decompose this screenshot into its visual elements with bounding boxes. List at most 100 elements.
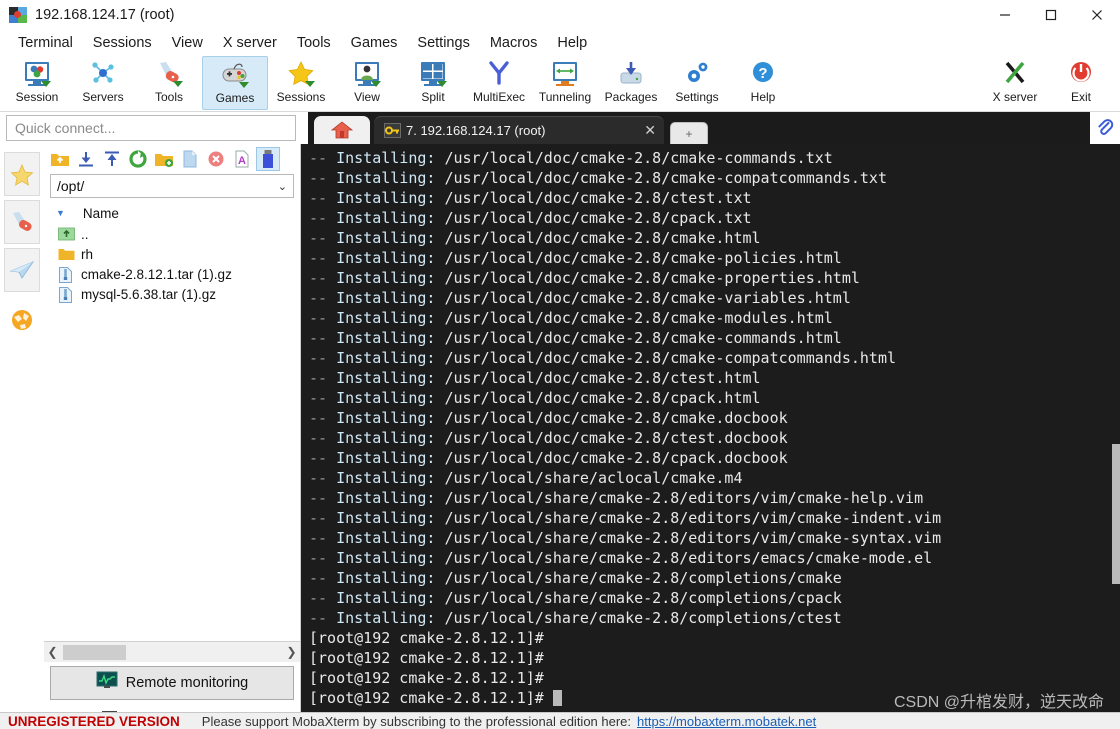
delete-icon[interactable] xyxy=(204,147,228,171)
line-prefix: -- xyxy=(309,209,337,227)
sort-descending-icon[interactable]: ▼ xyxy=(56,208,65,218)
terminal-line: -- Installing: /usr/local/share/cmake-2.… xyxy=(309,548,1120,568)
tab-close-icon[interactable]: ✕ xyxy=(626,122,656,139)
toolbar-button-servers[interactable]: Servers xyxy=(70,56,136,110)
terminal-line: -- Installing: /usr/local/doc/cmake-2.8/… xyxy=(309,168,1120,188)
line-prefix: -- xyxy=(309,449,337,467)
line-path: /usr/local/doc/cmake-2.8/cmake.html xyxy=(444,229,761,247)
refresh-icon[interactable] xyxy=(126,147,150,171)
new-tab-button[interactable]: + xyxy=(670,122,708,144)
minimize-icon[interactable] xyxy=(982,0,1028,30)
toolbar-button-multiexec[interactable]: MultiExec xyxy=(466,56,532,110)
toolbar-button-session[interactable]: Session xyxy=(4,56,70,110)
toolbar-button-tunneling[interactable]: Tunneling xyxy=(532,56,598,110)
shell-prompt: [root@192 cmake-2.8.12.1]# xyxy=(309,629,553,647)
list-item[interactable]: cmake-2.8.12.1.tar (1).gz xyxy=(58,264,300,284)
line-path: /usr/local/doc/cmake-2.8/ctest.html xyxy=(444,369,761,387)
menu-item-macros[interactable]: Macros xyxy=(480,33,548,53)
new-file-icon[interactable] xyxy=(178,147,202,171)
chevron-down-icon[interactable]: ⌄ xyxy=(278,180,287,193)
line-keyword: Installing: xyxy=(336,569,445,587)
menu-item-help[interactable]: Help xyxy=(547,33,597,53)
terminal-line: -- Installing: /usr/local/share/cmake-2.… xyxy=(309,588,1120,608)
terminal-prompt-line: [root@192 cmake-2.8.12.1]# xyxy=(309,648,1120,668)
scrollbar-thumb[interactable] xyxy=(63,644,126,660)
home-tab[interactable] xyxy=(314,116,370,144)
subscription-link[interactable]: https://mobaxterm.mobatek.net xyxy=(637,714,816,729)
sidebar-item-bookmarks[interactable] xyxy=(4,152,40,196)
upload-icon[interactable] xyxy=(100,147,124,171)
toolbar-button-packages[interactable]: Packages xyxy=(598,56,664,110)
terminal-prompt-line: [root@192 cmake-2.8.12.1]# xyxy=(309,668,1120,688)
line-prefix: -- xyxy=(309,229,337,247)
line-keyword: Installing: xyxy=(336,189,445,207)
toolbar-button-settings[interactable]: Settings xyxy=(664,56,730,110)
terminal-line: -- Installing: /usr/local/doc/cmake-2.8/… xyxy=(309,208,1120,228)
line-keyword: Installing: xyxy=(336,229,445,247)
globe-icon xyxy=(12,310,32,330)
help-question-icon: ? xyxy=(748,59,778,89)
toolbar-button-split[interactable]: Split xyxy=(400,56,466,110)
toolbar-button-tools[interactable]: Tools xyxy=(136,56,202,110)
list-item[interactable]: mysql-5.6.38.tar (1).gz xyxy=(58,284,300,304)
usb-drive-icon[interactable] xyxy=(256,147,280,171)
line-prefix: -- xyxy=(309,349,337,367)
line-path: /usr/local/share/cmake-2.8/completions/c… xyxy=(444,589,842,607)
line-path: /usr/local/doc/cmake-2.8/cmake-variables… xyxy=(444,289,851,307)
text-mode-icon[interactable]: A xyxy=(230,147,254,171)
line-path: /usr/local/doc/cmake-2.8/cmake-modules.h… xyxy=(444,309,833,327)
menu-item-games[interactable]: Games xyxy=(341,33,408,53)
terminal-line: -- Installing: /usr/local/doc/cmake-2.8/… xyxy=(309,288,1120,308)
list-item[interactable]: .. xyxy=(58,224,300,244)
sidebar-item-tools[interactable] xyxy=(4,200,40,244)
split-icon xyxy=(418,59,448,89)
menu-item-terminal[interactable]: Terminal xyxy=(8,33,83,53)
sftp-path-input[interactable]: /opt/ ⌄ xyxy=(50,174,294,198)
terminal-line: -- Installing: /usr/local/share/cmake-2.… xyxy=(309,568,1120,588)
menu-item-sessions[interactable]: Sessions xyxy=(83,33,162,53)
terminal-line: -- Installing: /usr/local/doc/cmake-2.8/… xyxy=(309,368,1120,388)
line-prefix: -- xyxy=(309,529,337,547)
remote-monitoring-button[interactable]: Remote monitoring xyxy=(50,666,294,700)
download-icon[interactable] xyxy=(74,147,98,171)
line-path: /usr/local/share/cmake-2.8/completions/c… xyxy=(444,569,842,587)
menu-item-tools[interactable]: Tools xyxy=(287,33,341,53)
line-prefix: -- xyxy=(309,189,337,207)
terminal-scrollbar[interactable] xyxy=(1112,144,1120,726)
terminal-output[interactable]: -- Installing: /usr/local/doc/cmake-2.8/… xyxy=(301,144,1120,726)
terminal-line: -- Installing: /usr/local/share/cmake-2.… xyxy=(309,608,1120,628)
main-area: A /opt/ ⌄ ▼ Name .. rh cmake-2.8.12.1.ta… xyxy=(0,144,1120,726)
toolbar-button-help[interactable]: ? Help xyxy=(730,56,796,110)
terminal-tab[interactable]: 7. 192.168.124.17 (root) ✕ xyxy=(374,116,664,144)
menu-item-x-server[interactable]: X server xyxy=(213,33,287,53)
column-header-name[interactable]: Name xyxy=(83,206,119,221)
paper-plane-icon xyxy=(9,261,35,279)
toolbar-button-sessions[interactable]: Sessions xyxy=(268,56,334,110)
terminal-line: -- Installing: /usr/local/doc/cmake-2.8/… xyxy=(309,348,1120,368)
new-folder-icon[interactable] xyxy=(152,147,176,171)
toolbar-label: Servers xyxy=(82,90,124,104)
scroll-right-icon[interactable]: ❯ xyxy=(283,645,300,659)
scroll-left-icon[interactable]: ❮ xyxy=(44,645,61,659)
sidebar-item-sessions[interactable] xyxy=(4,248,40,292)
window-controls xyxy=(982,0,1120,30)
line-keyword: Installing: xyxy=(336,449,445,467)
sidebar-item-globe[interactable] xyxy=(4,298,40,342)
folder-up-icon[interactable] xyxy=(48,147,72,171)
menu-item-view[interactable]: View xyxy=(162,33,213,53)
close-icon[interactable] xyxy=(1074,0,1120,30)
quick-connect-input[interactable]: Quick connect... xyxy=(6,115,296,141)
sftp-horizontal-scrollbar[interactable]: ❮ ❯ xyxy=(44,641,300,662)
toolbar-button-games[interactable]: Games xyxy=(202,56,268,110)
toolbar-button-view[interactable]: View xyxy=(334,56,400,110)
paperclip-icon[interactable] xyxy=(1090,112,1120,144)
line-path: /usr/local/share/cmake-2.8/editors/vim/c… xyxy=(444,489,924,507)
toolbar-label: Tools xyxy=(154,90,183,104)
toolbar-button-exit[interactable]: Exit xyxy=(1048,56,1114,110)
terminal-line: -- Installing: /usr/local/share/cmake-2.… xyxy=(309,508,1120,528)
maximize-icon[interactable] xyxy=(1028,0,1074,30)
list-item[interactable]: rh xyxy=(58,244,300,264)
toolbar-button-x-server[interactable]: X server xyxy=(982,56,1048,110)
line-path: /usr/local/doc/cmake-2.8/cmake.docbook xyxy=(444,409,788,427)
menu-item-settings[interactable]: Settings xyxy=(407,33,479,53)
